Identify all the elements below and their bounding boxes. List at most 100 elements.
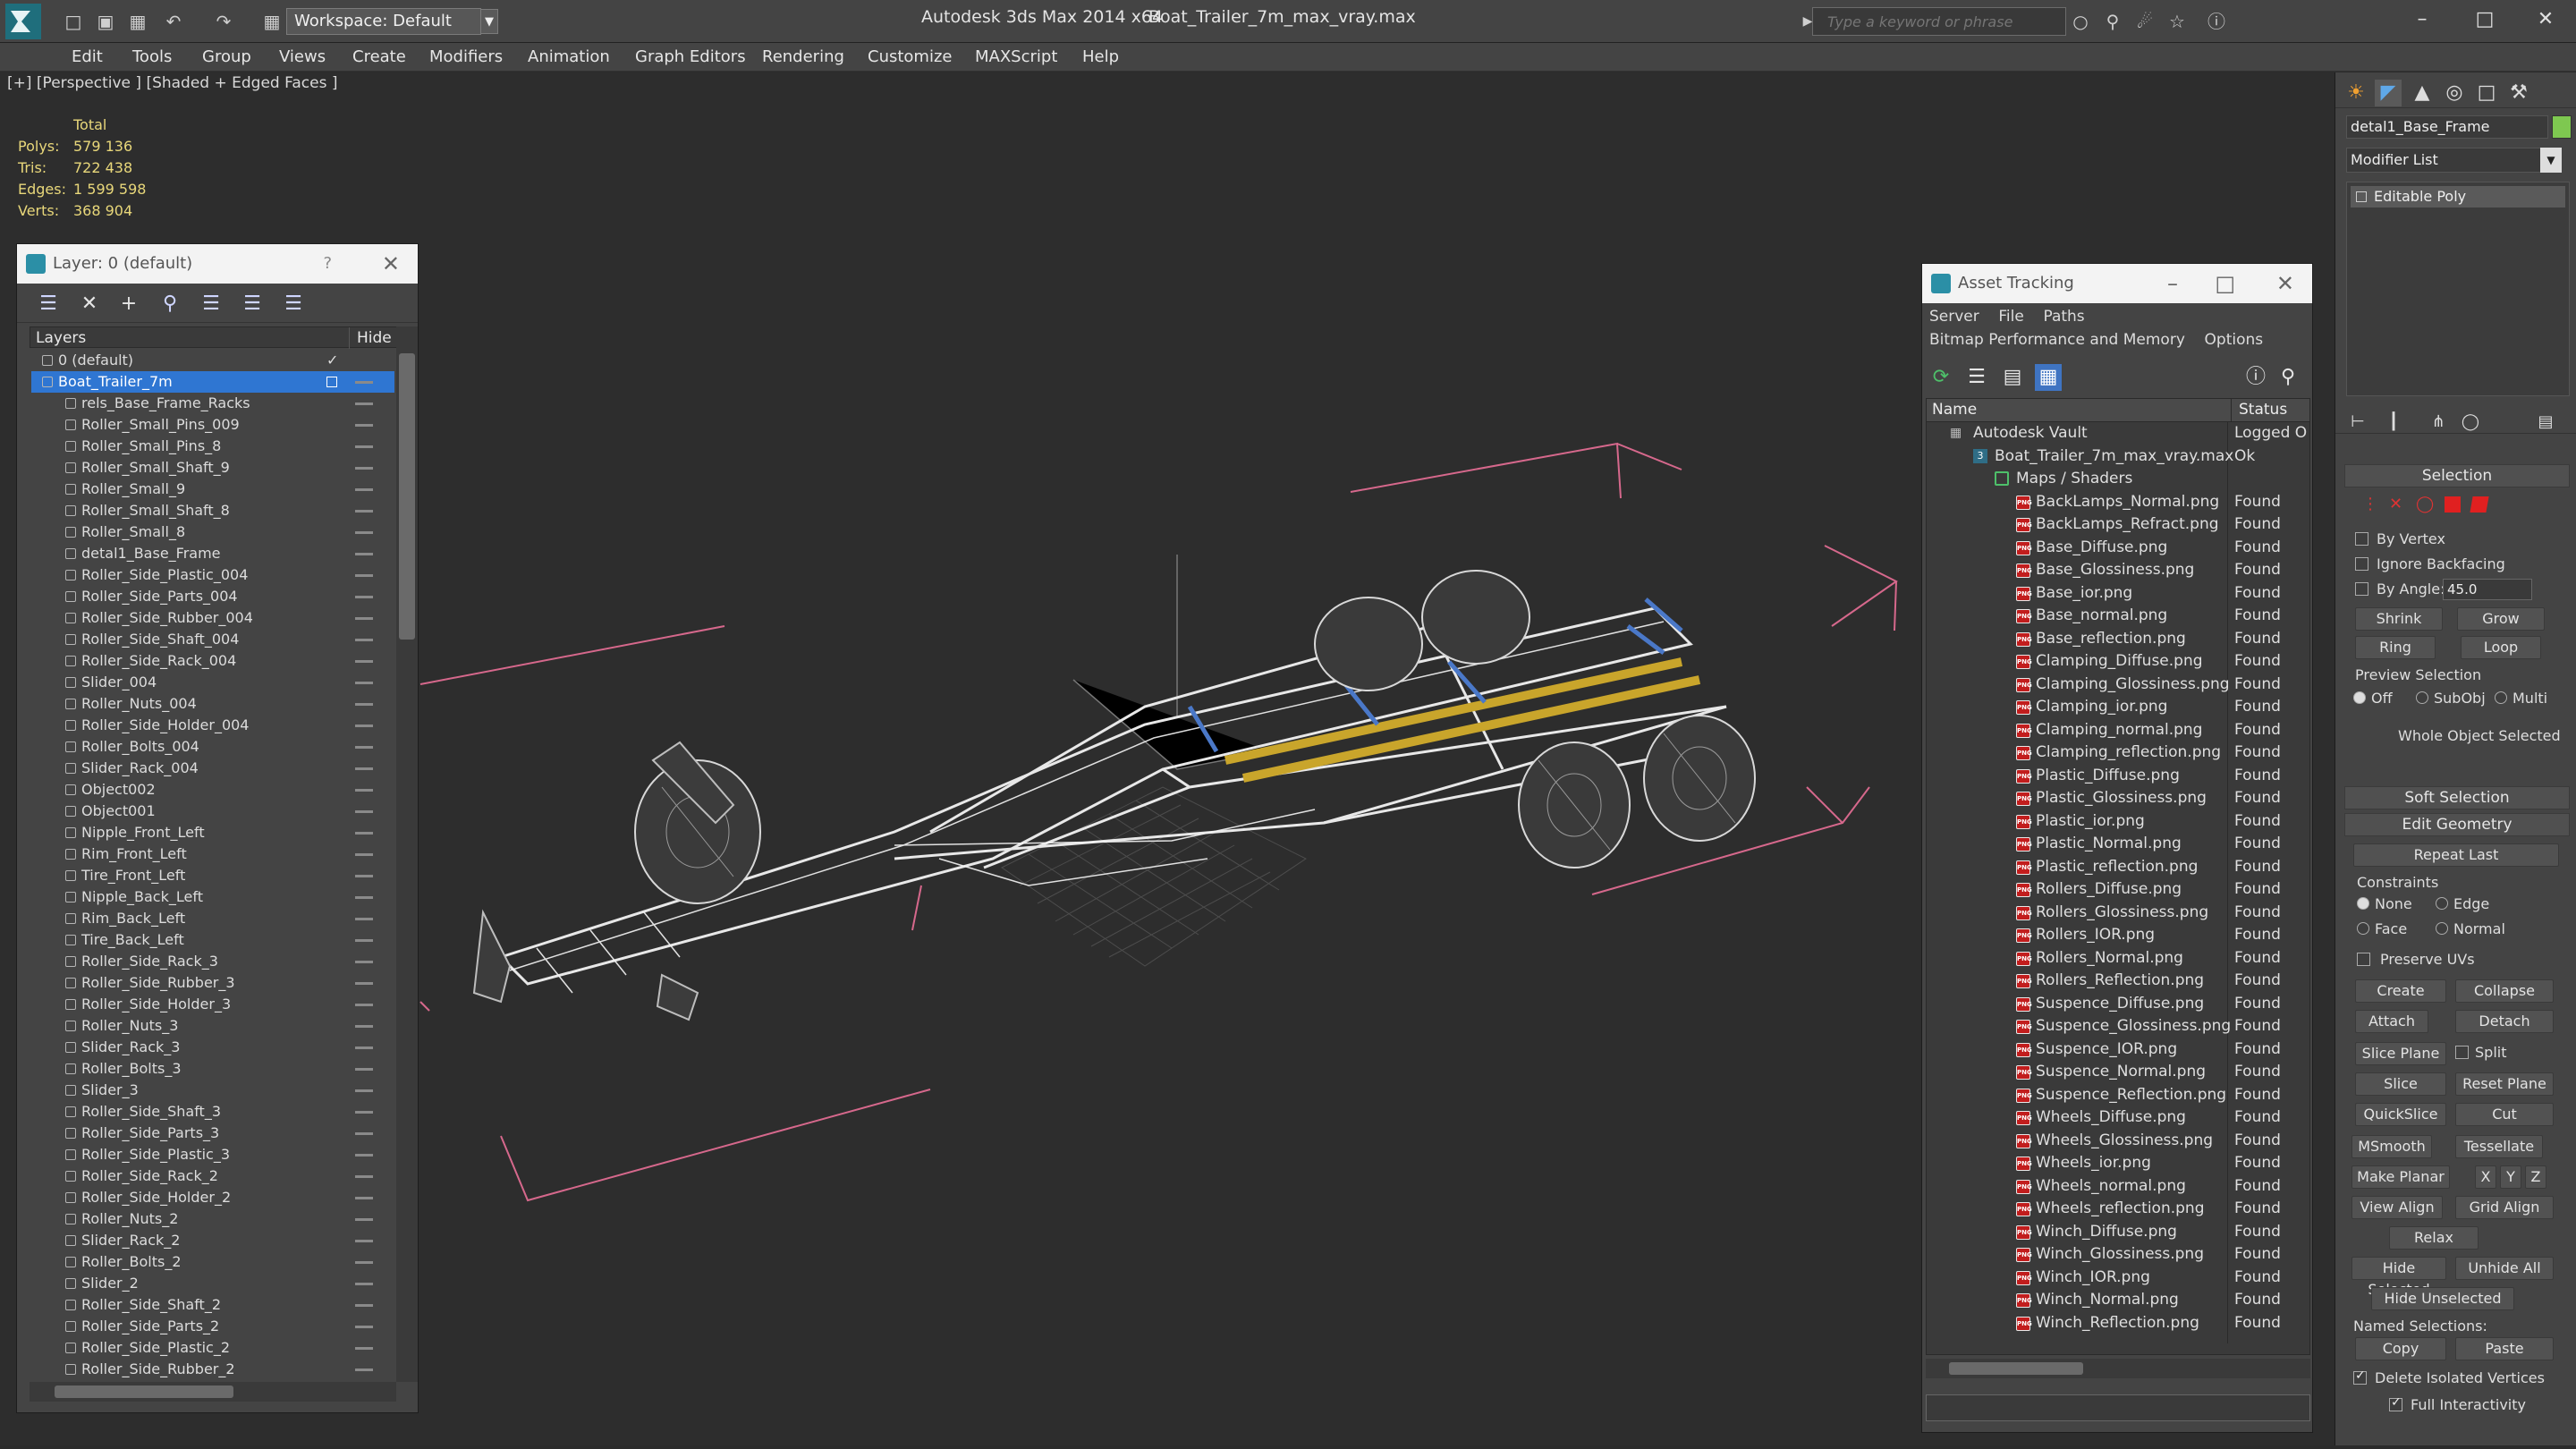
redo-icon[interactable]: ↷	[211, 9, 236, 34]
ring-button[interactable]: Ring	[2355, 636, 2436, 659]
project-folder-icon[interactable]: ▦	[259, 9, 284, 34]
hide-toggle[interactable]	[355, 767, 373, 770]
menu-rendering[interactable]: Rendering	[762, 43, 844, 72]
hide-toggle[interactable]	[355, 853, 373, 856]
unhide-all-button[interactable]: Unhide All	[2455, 1257, 2554, 1280]
asset-row[interactable]: PNG Suspence_IOR.png Found	[1927, 1038, 2309, 1062]
layer-row[interactable]: Roller_Side_Holder_004	[31, 715, 394, 736]
detail-view-icon[interactable]: ▤	[1999, 364, 2026, 391]
stack-item-editable-poly[interactable]: Editable Poly	[2351, 186, 2565, 208]
max-file-row[interactable]: 3 Boat_Trailer_7m_max_vray.max Ok	[1973, 445, 2309, 469]
paste-button[interactable]: Paste	[2455, 1337, 2554, 1360]
asset-row[interactable]: PNG Suspence_Reflection.png Found	[1927, 1084, 2309, 1107]
layer-row[interactable]: Nipple_Back_Left	[31, 886, 394, 908]
create-tab-icon[interactable]: ☀	[2343, 80, 2369, 106]
hide-toggle[interactable]	[355, 1175, 373, 1178]
hide-toggle[interactable]	[355, 424, 373, 427]
asset-row[interactable]: PNG Plastic_Normal.png Found	[1927, 833, 2309, 856]
hide-toggle[interactable]	[355, 1326, 373, 1328]
menu-tools[interactable]: Tools	[132, 43, 172, 72]
msmooth-button[interactable]: MSmooth	[2351, 1135, 2432, 1158]
undo-icon[interactable]: ↶	[161, 9, 186, 34]
by-vertex-checkbox[interactable]	[2355, 532, 2368, 546]
layer-row[interactable]: Slider_004	[31, 672, 394, 693]
asset-row[interactable]: PNG Wheels_normal.png Found	[1927, 1175, 2309, 1199]
menu-create[interactable]: Create	[352, 43, 406, 72]
angle-input[interactable]: 45.0	[2443, 579, 2532, 600]
table-view-icon[interactable]: ▦	[2035, 364, 2062, 391]
layer-row[interactable]: Roller_Side_Rubber_2	[31, 1359, 394, 1380]
hide-toggle[interactable]	[355, 488, 373, 491]
motion-tab-icon[interactable]: ◎	[2441, 80, 2468, 106]
asset-row[interactable]: PNG Plastic_ior.png Found	[1927, 810, 2309, 834]
vault-row[interactable]: ▦ Autodesk Vault Logged O	[1950, 422, 2309, 445]
asset-row[interactable]: PNG Clamping_normal.png Found	[1927, 719, 2309, 742]
maps-folder-row[interactable]: Maps / Shaders	[1995, 468, 2309, 491]
hide-toggle[interactable]	[355, 596, 373, 598]
hide-all-icon[interactable]: ☰	[239, 291, 266, 318]
make-planar-z-button[interactable]: Z	[2525, 1165, 2546, 1189]
col-hide[interactable]: Hide	[349, 327, 392, 349]
hide-toggle[interactable]	[355, 832, 373, 835]
hide-toggle[interactable]	[355, 531, 373, 534]
asset-horizontal-scrollbar[interactable]	[1926, 1359, 2310, 1378]
hide-toggle[interactable]	[355, 1218, 373, 1221]
select-objects-icon[interactable]: ⚲	[157, 291, 183, 318]
asset-row[interactable]: PNG Rollers_Glossiness.png Found	[1927, 902, 2309, 925]
hide-selected-button[interactable]: Hide Selected	[2351, 1257, 2446, 1298]
object-color-swatch[interactable]	[2552, 115, 2572, 139]
asset-row[interactable]: PNG Clamping_ior.png Found	[1927, 696, 2309, 719]
border-mode-icon[interactable]: ◯	[2416, 495, 2434, 513]
asset-row[interactable]: PNG Rollers_IOR.png Found	[1927, 924, 2309, 947]
layer-row[interactable]: Object001	[31, 801, 394, 822]
scroll-thumb[interactable]	[399, 353, 415, 640]
hide-toggle[interactable]	[355, 1068, 373, 1071]
layer-row[interactable]: Roller_Side_Plastic_004	[31, 564, 394, 586]
make-unique-icon[interactable]: ⋔	[2425, 409, 2452, 436]
hide-toggle[interactable]	[355, 639, 373, 641]
layer-row[interactable]: Roller_Side_Holder_3	[31, 994, 394, 1015]
asset-path-field[interactable]	[1926, 1394, 2310, 1421]
asset-row[interactable]: PNG Plastic_reflection.png Found	[1927, 856, 2309, 879]
layer-stack-icon[interactable]: ☰	[35, 291, 62, 318]
menu-maxscript[interactable]: MAXScript	[975, 43, 1057, 72]
layer-row[interactable]: Roller_Side_Rubber_004	[31, 607, 394, 629]
element-mode-icon[interactable]	[2470, 496, 2489, 513]
layer-row[interactable]: Roller_Side_Rack_3	[31, 951, 394, 972]
attach-button[interactable]: Attach	[2355, 1010, 2428, 1033]
asset-menu-bitmap-performance[interactable]: Bitmap Performance and Memory	[1929, 331, 2185, 349]
menu-animation[interactable]: Animation	[528, 43, 610, 72]
preserve-uvs-checkbox[interactable]	[2357, 953, 2370, 966]
collapse-button[interactable]: Collapse	[2455, 979, 2554, 1003]
list-view-icon[interactable]: ☰	[1963, 364, 1990, 391]
layer-horizontal-scrollbar[interactable]	[30, 1382, 396, 1402]
layer-row[interactable]: Slider_Rack_004	[31, 758, 394, 779]
display-tab-icon[interactable]: □	[2473, 80, 2500, 106]
hide-toggle[interactable]	[355, 553, 373, 555]
menu-help[interactable]: Help	[1082, 43, 1119, 72]
hide-toggle[interactable]	[355, 1089, 373, 1092]
layer-row[interactable]: Roller_Side_Rack_004	[31, 650, 394, 672]
split-checkbox[interactable]	[2455, 1046, 2469, 1059]
asset-row[interactable]: PNG Base_normal.png Found	[1927, 605, 2309, 628]
asset-row[interactable]: PNG Rollers_Normal.png Found	[1927, 947, 2309, 970]
shrink-button[interactable]: Shrink	[2355, 607, 2443, 631]
grid-align-button[interactable]: Grid Align	[2455, 1196, 2554, 1219]
layer-row[interactable]: Slider_3	[31, 1080, 394, 1101]
hide-toggle[interactable]	[355, 1368, 373, 1371]
tessellate-button[interactable]: Tessellate	[2455, 1135, 2543, 1158]
asset-row[interactable]: PNG Suspence_Normal.png Found	[1927, 1061, 2309, 1084]
app-logo-icon[interactable]	[5, 4, 41, 39]
layer-row[interactable]: Roller_Side_Parts_3	[31, 1123, 394, 1144]
menu-edit[interactable]: Edit	[72, 43, 103, 72]
hide-toggle[interactable]	[355, 746, 373, 749]
layer-row[interactable]: Roller_Side_Holder_2	[31, 1187, 394, 1208]
preview-multi-radio[interactable]	[2495, 691, 2507, 704]
hide-toggle[interactable]	[355, 918, 373, 920]
edit-geometry-rollout[interactable]: Edit Geometry	[2344, 813, 2570, 836]
ignore-backfacing-checkbox[interactable]	[2355, 557, 2368, 571]
maximize-icon[interactable]: □	[2215, 264, 2235, 303]
layer-row[interactable]: Rim_Back_Left	[31, 908, 394, 929]
layer-row[interactable]: Roller_Small_9	[31, 479, 394, 500]
hide-toggle[interactable]	[355, 1197, 373, 1199]
